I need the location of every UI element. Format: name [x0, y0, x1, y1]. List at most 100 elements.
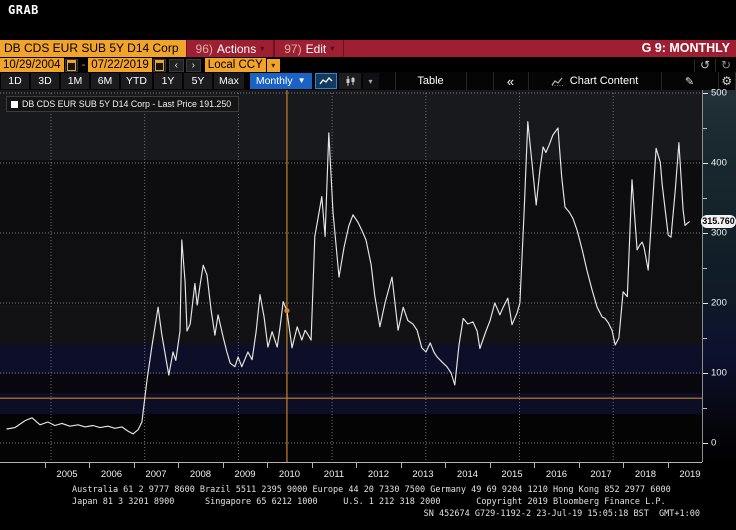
- y-axis-minor-tick: [703, 198, 707, 199]
- footer-session-line: SN 452674 G729-1192-2 23-Jul-19 15:05:18…: [0, 508, 736, 520]
- background-band: [0, 344, 702, 374]
- y-axis-label: 300: [711, 228, 727, 239]
- period-select[interactable]: Monthly ▼: [250, 73, 312, 89]
- x-axis-label: 2008: [181, 469, 221, 480]
- terminal-footer: Australia 61 2 9777 8600 Brazil 5511 239…: [0, 484, 736, 520]
- prev-arrow-button[interactable]: ‹: [169, 59, 184, 72]
- x-axis-label: 2011: [314, 469, 354, 480]
- y-axis-line: [702, 90, 703, 462]
- y-axis-label: 200: [711, 298, 727, 309]
- candlestick-icon: [344, 75, 356, 87]
- range-button-1y[interactable]: 1Y: [154, 73, 182, 89]
- range-button-max[interactable]: Max: [214, 73, 244, 89]
- range-button-ytd[interactable]: YTD: [121, 73, 152, 89]
- chevron-down-icon: ▾: [369, 77, 373, 86]
- range-button-5y[interactable]: 5Y: [184, 73, 212, 89]
- x-axis-tick: [356, 463, 357, 468]
- undo-icon[interactable]: ↺: [694, 59, 715, 72]
- range-button-3d[interactable]: 3D: [31, 73, 59, 89]
- y-axis-tick: [703, 443, 708, 444]
- background-band: [0, 393, 702, 414]
- chart-legend[interactable]: DB CDS EUR SUB 5Y D14 Corp - Last Price …: [6, 96, 239, 112]
- chart-content-button[interactable]: Chart Content: [529, 72, 662, 90]
- chart-content-label: Chart Content: [570, 75, 638, 87]
- x-axis-tick: [134, 463, 135, 468]
- y-axis-minor-tick: [703, 128, 707, 129]
- x-axis-label: 2014: [448, 469, 488, 480]
- last-price-axis-label: 315.760: [701, 215, 736, 228]
- x-axis-label: 2007: [136, 469, 176, 480]
- x-axis-tick: [623, 463, 624, 468]
- edit-label: Edit: [306, 42, 327, 56]
- grab-label: GRAB: [8, 3, 39, 17]
- range-button-6m[interactable]: 6M: [91, 73, 119, 89]
- end-date-input[interactable]: 07/22/2019: [88, 58, 152, 72]
- x-axis-tick: [490, 463, 491, 468]
- x-axis-tick: [534, 463, 535, 468]
- date-separator: -: [79, 59, 89, 71]
- chart-type-dropdown-button[interactable]: ▾: [363, 73, 379, 89]
- x-axis-tick: [668, 463, 669, 468]
- x-axis-label: 2009: [225, 469, 265, 480]
- collapse-panel-button[interactable]: «: [493, 72, 529, 90]
- range-button-1m[interactable]: 1M: [61, 73, 89, 89]
- y-axis-minor-tick: [703, 338, 707, 339]
- line-chart-type-button[interactable]: [315, 73, 337, 89]
- legend-swatch: [11, 101, 18, 108]
- x-axis-label: 2010: [270, 469, 310, 480]
- security-name[interactable]: DB CDS EUR SUB 5Y D14 Corp: [0, 40, 186, 57]
- range-button-1d[interactable]: 1D: [1, 73, 29, 89]
- annotate-button[interactable]: ✎: [662, 72, 719, 90]
- legend-text: DB CDS EUR SUB 5Y D14 Corp - Last Price …: [22, 99, 231, 109]
- y-axis-label: 100: [711, 368, 727, 379]
- x-axis-label: 2016: [537, 469, 577, 480]
- line-chart-icon: [319, 76, 333, 86]
- candlestick-type-button[interactable]: [339, 73, 361, 89]
- currency-select[interactable]: Local CCY: [205, 58, 266, 72]
- start-date-input[interactable]: 10/29/2004: [0, 58, 64, 72]
- y-axis-label: 500: [711, 88, 727, 99]
- period-label: Monthly: [256, 73, 293, 89]
- background-band: [0, 414, 702, 462]
- calendar-icon[interactable]: [153, 59, 166, 72]
- x-axis-tick: [267, 463, 268, 468]
- x-axis-tick: [89, 463, 90, 468]
- actions-number: 96): [196, 42, 213, 56]
- price-chart-plot[interactable]: [0, 90, 736, 462]
- x-axis-tick: [312, 463, 313, 468]
- redo-icon[interactable]: ↻: [715, 59, 736, 72]
- function-page-label: G 9: MONTHLY: [642, 40, 736, 57]
- edit-number: 97): [284, 42, 301, 56]
- background-band: [0, 305, 702, 344]
- actions-label: Actions: [217, 42, 256, 56]
- actions-button[interactable]: 96) Actions ▾: [186, 40, 275, 57]
- x-axis-tick: [178, 463, 179, 468]
- x-axis-label: 2017: [581, 469, 621, 480]
- x-axis-tick: [45, 463, 46, 468]
- background-band: [0, 160, 702, 236]
- y-axis-tick: [703, 163, 708, 164]
- next-arrow-button[interactable]: ›: [186, 59, 201, 72]
- chart-canvas: [0, 90, 736, 462]
- table-button[interactable]: Table: [395, 72, 467, 90]
- chevron-down-icon[interactable]: ▾: [267, 59, 280, 72]
- x-axis: 2005200620072008200920102011201220132014…: [0, 462, 736, 483]
- x-axis-label: 2019: [670, 469, 710, 480]
- x-axis-label: 2006: [92, 469, 132, 480]
- chart-toolbar: 1D3D1M6MYTD1Y5YMax Monthly ▼ ▾ Table « C…: [0, 72, 736, 90]
- chevron-down-icon: ▾: [330, 44, 334, 53]
- annotation-marker-dot[interactable]: [284, 308, 289, 313]
- y-axis-tick: [703, 373, 708, 374]
- edit-button[interactable]: 97) Edit ▾: [274, 40, 344, 57]
- calendar-icon[interactable]: [65, 59, 78, 72]
- x-axis-label: 2018: [626, 469, 666, 480]
- x-axis-tick: [401, 463, 402, 468]
- range-button-group: 1D3D1M6MYTD1Y5YMax: [1, 73, 246, 89]
- annotate-icon: ✎: [685, 75, 694, 88]
- y-axis-tick: [703, 303, 708, 304]
- y-axis-tick: [703, 93, 708, 94]
- title-bar: DB CDS EUR SUB 5Y D14 Corp 96) Actions ▾…: [0, 40, 736, 57]
- chevron-down-icon: ▾: [260, 44, 264, 53]
- x-axis-tick: [223, 463, 224, 468]
- x-axis-tick: [445, 463, 446, 468]
